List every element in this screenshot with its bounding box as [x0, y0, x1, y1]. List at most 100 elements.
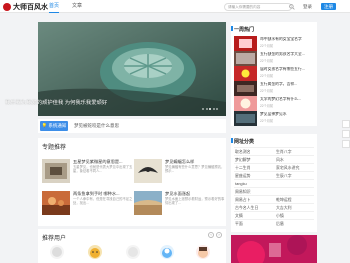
recommended-item[interactable]: 五星梦见紫微星的意思是... 五星梦见，也就是代表大梦见中出现了五星，象征着不同…	[42, 159, 134, 189]
carousel-dot[interactable]	[216, 108, 218, 110]
recommended-section: 专题推荐 五星梦见紫微星的意思是... 五星梦见，也就是代表大梦见中出现了五星，…	[38, 138, 226, 226]
category-link[interactable]: tangku	[235, 180, 247, 187]
carousel-dot[interactable]	[202, 108, 204, 110]
recommended-item-title[interactable]: 五星梦见紫微星的意思是...	[73, 159, 133, 164]
chevron-left-icon[interactable]: ‹	[208, 232, 214, 238]
hot-item[interactable]: 届时女孩名字有哪些五行... 22个月前	[234, 66, 316, 81]
category-link[interactable]: 生辰八字	[276, 172, 292, 179]
logo-text: 大师百风水	[13, 1, 48, 11]
recommended-item-desc: 梦见蝙蝠有些什么意思？梦见蝙蝠预兆，预示...	[165, 165, 225, 174]
thumbnail-image	[234, 81, 257, 96]
hot-item-title[interactable]: 届时女孩名字有哪些五行...	[260, 67, 316, 72]
avatar[interactable]	[196, 245, 210, 259]
avatar[interactable]	[126, 245, 140, 259]
hot-item-title[interactable]: 五行属金的字，吉祥...	[260, 82, 316, 87]
notice-link[interactable]: 梦见被蛇咬是什么意思	[74, 121, 119, 131]
hot-item-time: 22个月前	[260, 119, 274, 123]
hot-item-time: 22个月前	[260, 74, 274, 78]
notice-tag: 💡 系统通知	[40, 121, 68, 131]
avatar[interactable]	[160, 245, 174, 259]
page: 大师百风水 首页 文章 请输入你需要的内容 登录 注册 我乐我为我爱的顽护佳我 …	[0, 0, 350, 263]
category-link[interactable]: 周易知识	[235, 188, 251, 195]
recommended-item-title[interactable]: 梦见水面涨起	[165, 191, 225, 196]
thumbnail-image	[42, 191, 70, 215]
carousel-dots	[202, 108, 218, 110]
recommended-item-title[interactable]: 两条鱼拿到手时 哪种水...	[73, 191, 133, 196]
thumbnail-image	[234, 96, 257, 111]
recommended-users-section: 推荐用户 ‹ ›	[38, 229, 226, 263]
recommended-item[interactable]: 两条鱼拿到手时 哪种水... 一个人命中有，但是在寻找自己的不足之处，找出...	[42, 191, 134, 221]
recommended-item-desc: 五星梦见，也就是代表大梦见中出现了五星，象征着不同人...	[73, 165, 133, 174]
ad-image	[231, 235, 317, 263]
recommended-item-desc: 梦见水面上涨预示着财运，预示着好的事情出现了...	[165, 197, 225, 206]
hot-item[interactable]: 五行缺金的男孩名字大全... 22个月前	[234, 51, 316, 66]
site-categories-section: 网址分类 取名测名 生肖八字 梦幻解梦 风水 十二生肖 家宅风水讲究 星座运势 …	[231, 134, 317, 232]
category-link[interactable]: 周易占卜	[235, 196, 251, 203]
category-link[interactable]: 古今名人生日	[235, 204, 258, 211]
logo-mark-icon	[3, 2, 11, 11]
thumbnail-image	[234, 66, 257, 81]
thumbnail-image	[134, 191, 162, 215]
top-header: 大师百风水 首页 文章 请输入你需要的内容 登录 注册	[0, 0, 350, 13]
search-icon[interactable]	[289, 4, 295, 10]
thumbnail-image	[234, 51, 257, 66]
category-link[interactable]: 小镇	[276, 212, 284, 219]
recommended-item-title[interactable]: 梦见蝙蝠怎么样	[165, 159, 225, 164]
hot-item-title[interactable]: 梦见蓝神梦见水	[260, 112, 316, 117]
category-link[interactable]: 乾坤运程	[276, 196, 292, 203]
recommended-item[interactable]: 梦见水面涨起 梦见水面上涨预示着财运，预示着好的事情出现了...	[134, 191, 226, 221]
hot-item-time: 22个月前	[260, 104, 274, 108]
category-link[interactable]: 大吉大利	[276, 204, 292, 211]
category-link[interactable]: 家宅风水讲究	[276, 164, 299, 171]
category-link[interactable]: 生肖八字	[276, 148, 292, 155]
back-to-top-button[interactable]	[342, 140, 350, 148]
thumbnail-image	[234, 36, 257, 51]
hot-item[interactable]: 太学的梦幻名字有什么... 22个月前	[234, 96, 316, 111]
category-link[interactable]: 后盾	[276, 220, 284, 227]
carousel-dot[interactable]	[205, 108, 208, 110]
divider	[234, 219, 314, 220]
weekly-hot-section: 一周热门 命中缺水有的女宝宝名字 22个月前 五行缺金的男孩名字大全... 22…	[231, 22, 317, 126]
category-link[interactable]: 风水	[276, 156, 284, 163]
carousel-dot-active[interactable]	[209, 108, 211, 110]
category-link[interactable]: 平面	[235, 220, 243, 227]
divider	[234, 211, 314, 212]
site-logo[interactable]: 大师百风水	[3, 2, 48, 11]
register-button[interactable]: 注册	[321, 3, 336, 10]
title-bar-accent	[231, 138, 233, 143]
hot-item-time: 22个月前	[260, 44, 274, 48]
float-button[interactable]	[342, 120, 350, 128]
category-link[interactable]: 星座运势	[235, 172, 251, 179]
login-link[interactable]: 登录	[303, 3, 312, 10]
hot-item-title[interactable]: 太学的梦幻名字有什么...	[260, 97, 316, 102]
recommended-item-desc: 一个人命中有，但是在寻找自己的不足之处，找出...	[73, 197, 133, 206]
notice-bar: 💡 系统通知 梦见被蛇咬是什么意思	[38, 119, 226, 133]
category-link[interactable]: 十二生肖	[235, 164, 251, 171]
avatar[interactable]	[88, 245, 102, 259]
hot-item[interactable]: 命中缺水有的女宝宝名字 22个月前	[234, 36, 316, 51]
title-bar-accent	[231, 26, 233, 31]
thumbnail-image	[42, 159, 70, 183]
section-title: 网址分类	[234, 139, 255, 145]
hot-item[interactable]: 梦见蓝神梦见水 22个月前	[234, 111, 316, 126]
category-link[interactable]: 梦幻解梦	[235, 156, 251, 163]
section-title: 专题推荐	[42, 145, 67, 151]
hot-item-time: 22个月前	[260, 89, 274, 93]
category-link[interactable]: 文摘	[235, 212, 243, 219]
hot-item-title[interactable]: 命中缺水有的女宝宝名字	[260, 37, 316, 42]
hot-item-time: 22个月前	[260, 59, 274, 63]
float-button[interactable]	[342, 130, 350, 138]
avatar[interactable]	[50, 245, 64, 259]
thumbnail-image	[234, 111, 257, 126]
hot-item-title[interactable]: 五行缺金的男孩名字大全...	[260, 52, 316, 57]
chevron-right-icon[interactable]: ›	[216, 232, 222, 238]
hot-item[interactable]: 五行属金的字，吉祥... 22个月前	[234, 81, 316, 96]
section-title: 一周热门	[234, 27, 255, 33]
nav-home[interactable]: 首页	[49, 0, 60, 13]
recommended-item[interactable]: 梦见蝙蝠怎么样 梦见蝙蝠有些什么意思？梦见蝙蝠预兆，预示...	[134, 159, 226, 189]
nav-articles[interactable]: 文章	[72, 0, 82, 13]
carousel-dot[interactable]	[212, 108, 215, 110]
search-input[interactable]: 请输入你需要的内容	[224, 3, 292, 11]
category-link[interactable]: 取名测名	[235, 148, 251, 155]
ad-banner[interactable]	[231, 235, 317, 263]
